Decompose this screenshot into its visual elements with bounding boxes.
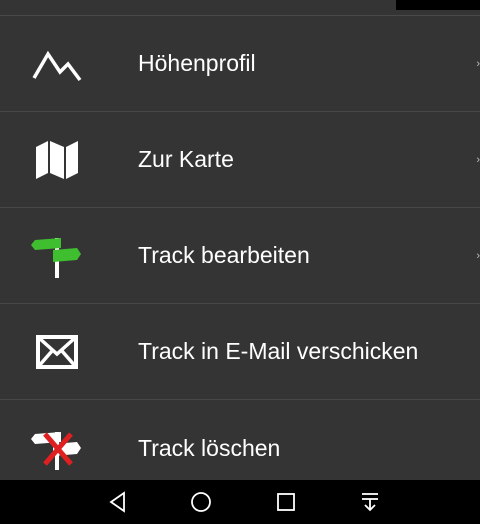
chevron-right-icon: › bbox=[476, 153, 480, 166]
menu-item-label: Track in E-Mail verschicken bbox=[138, 338, 419, 364]
menu-item-elevation-profile[interactable]: Höhenprofil › bbox=[0, 16, 480, 112]
menu-item-label: Track bearbeiten bbox=[138, 242, 310, 268]
menu-item-email-track[interactable]: Track in E-Mail verschicken bbox=[0, 304, 480, 400]
track-context-menu: Höhenprofil › Zur Karte › Track bearbeit… bbox=[0, 0, 480, 480]
system-navigation-bar bbox=[0, 480, 480, 524]
home-icon[interactable] bbox=[189, 490, 213, 514]
mountain-icon bbox=[30, 37, 84, 91]
notifications-pull-icon[interactable] bbox=[358, 490, 382, 514]
signpost-delete-icon bbox=[30, 421, 84, 475]
menu-item-to-map[interactable]: Zur Karte › bbox=[0, 112, 480, 208]
chevron-right-icon: › bbox=[476, 57, 480, 70]
signpost-edit-icon bbox=[30, 229, 84, 283]
menu-item-edit-track[interactable]: Track bearbeiten › bbox=[0, 208, 480, 304]
back-icon[interactable] bbox=[106, 490, 130, 514]
envelope-icon bbox=[30, 325, 84, 379]
status-bar-fragment bbox=[396, 0, 480, 10]
chevron-right-icon: › bbox=[476, 249, 480, 262]
map-icon bbox=[30, 133, 84, 187]
menu-item-label: Zur Karte bbox=[138, 146, 234, 172]
recents-icon[interactable] bbox=[274, 490, 298, 514]
menu-item-label: Höhenprofil bbox=[138, 50, 256, 76]
menu-item-label: Track löschen bbox=[138, 434, 281, 461]
